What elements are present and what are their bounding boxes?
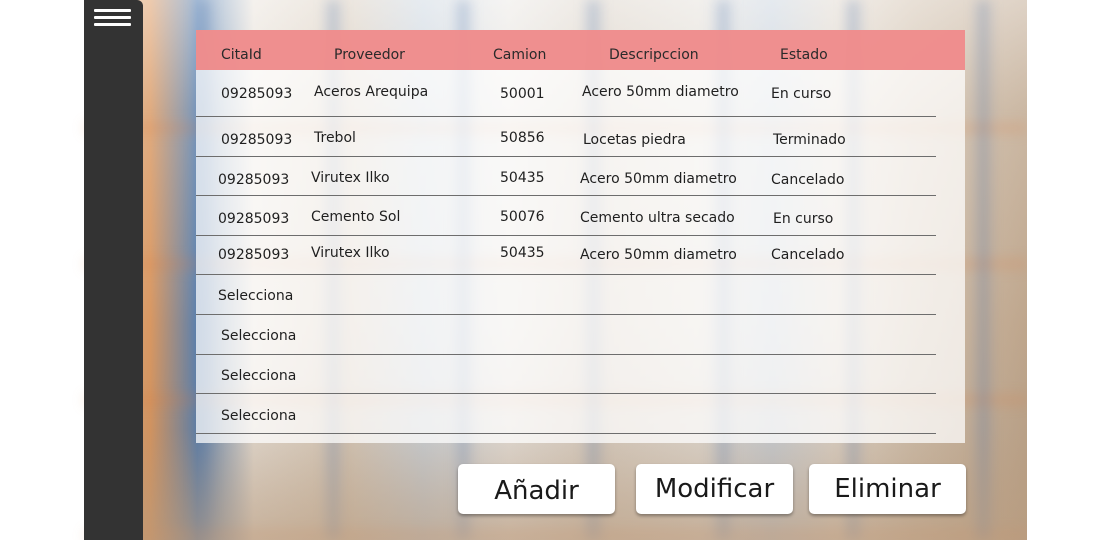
select-placeholder[interactable]: Selecciona [221,328,296,344]
select-placeholder[interactable]: Selecciona [221,368,296,384]
sidebar [84,0,143,540]
select-placeholder[interactable]: Selecciona [221,408,296,424]
table-row[interactable]: 09285093 Aceros Arequipa 50001 Acero 50m… [196,76,965,116]
cell-descripcion: Locetas piedra [583,132,686,148]
cell-estado: Cancelado [771,247,845,263]
row-divider [196,393,936,394]
cell-descripcion: Acero 50mm diametro [582,84,739,100]
cell-cita: 09285093 [218,211,290,227]
cell-camion: 50435 [500,170,545,186]
cell-cita: 09285093 [218,247,290,263]
cell-descripcion: Cemento ultra secado [580,210,735,226]
row-divider [196,354,936,355]
header-camion: Camion [493,47,547,63]
cell-proveedor: Virutex Ilko [311,170,390,186]
modify-button[interactable]: Modificar [636,464,793,514]
appointments-table: CitaId Proveedor Camion Descripccion Est… [196,30,965,443]
cell-camion: 50856 [500,130,545,146]
cell-estado: En curso [771,86,832,102]
table-header [196,30,965,70]
row-divider [196,235,936,236]
hamburger-menu-icon[interactable] [94,9,131,27]
table-row[interactable]: 09285093 Virutex Ilko 50435 Acero 50mm d… [196,239,965,279]
row-divider [196,274,936,275]
table-row[interactable]: 09285093 Virutex Ilko 50435 Acero 50mm d… [196,162,965,202]
cell-proveedor: Trebol [314,130,356,146]
cell-estado: En curso [773,211,834,227]
cell-camion: 50435 [500,245,545,261]
header-citaid: CitaId [221,47,262,63]
table-row-placeholder[interactable]: Selecciona [196,400,965,440]
add-button[interactable]: Añadir [458,464,615,514]
header-proveedor: Proveedor [334,47,405,63]
cell-descripcion: Acero 50mm diametro [580,247,737,263]
app-screen: CitaId Proveedor Camion Descripccion Est… [0,0,1110,540]
cell-cita: 09285093 [221,132,293,148]
cell-cita: 09285093 [221,86,293,102]
screen-edge-right [1027,0,1110,540]
cell-camion: 50001 [500,86,545,102]
header-estado: Estado [780,47,828,63]
select-placeholder[interactable]: Selecciona [218,288,293,304]
cell-proveedor: Virutex Ilko [311,245,390,261]
row-divider [196,116,936,117]
row-divider [196,156,936,157]
row-divider [196,195,936,196]
cell-cita: 09285093 [218,172,290,188]
row-divider [196,433,936,434]
cell-descripcion: Acero 50mm diametro [580,171,737,187]
cell-proveedor: Cemento Sol [311,209,401,225]
screen-edge-left [0,0,84,540]
header-descripcion: Descripccion [609,47,699,63]
row-divider [196,314,936,315]
table-row-placeholder[interactable]: Selecciona [196,360,965,400]
cell-estado: Terminado [773,132,846,148]
delete-button[interactable]: Eliminar [809,464,966,514]
cell-estado: Cancelado [771,172,845,188]
cell-proveedor: Aceros Arequipa [314,84,429,100]
cell-camion: 50076 [500,209,545,225]
